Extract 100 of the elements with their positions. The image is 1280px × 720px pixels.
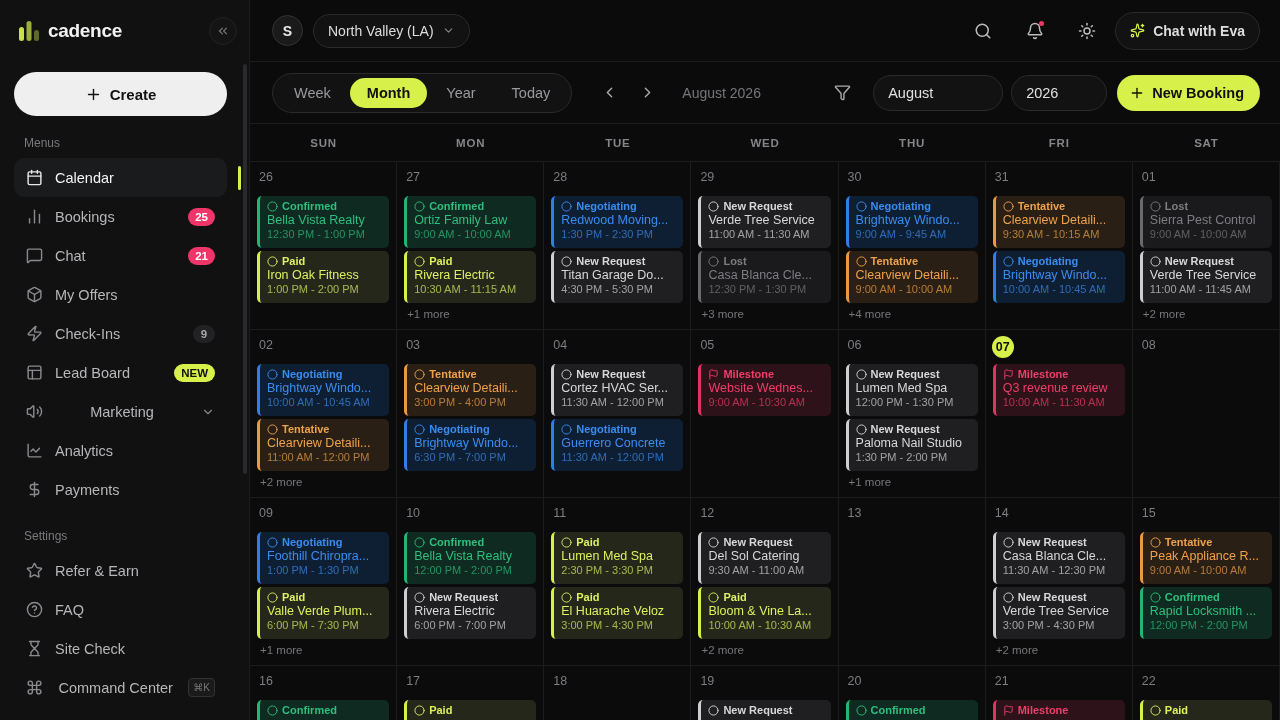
event-card[interactable]: New Request Verde Tree Service 3:00 PM - 4:30 PM [992,587,1125,639]
sidebar-item[interactable]: Command Center ⌘K [14,668,227,707]
day-cell[interactable]: 16 Confirmed [250,666,398,720]
event-card[interactable]: Paid [1139,700,1272,720]
day-cell[interactable]: 03 Tentative Clearview Detaili... 3:00 PM - 4:00 PM Negotiating Brightway Windo... 6:30 PM - 7:00 PM [397,330,545,498]
sidebar-item[interactable]: FAQ [14,590,227,629]
sidebar-item[interactable]: Analytics [14,431,227,470]
day-cell[interactable]: 04 New Request Cortez HVAC Ser... 11:30 AM - 12:00 PM Negotiating Guerrero Concrete 11:30 AM - 12:00 PM [544,330,692,498]
event-card[interactable]: Negotiating Brightway Windo... 6:30 PM - 7:00 PM [404,419,537,471]
event-card[interactable]: Paid Valle Verde Plum... 6:00 PM - 7:30 PM [257,587,390,639]
event-card[interactable]: Milestone Website Wednes... 9:00 AM - 10:30 AM [698,364,831,416]
day-cell[interactable]: 07 Milestone Q3 revenue review 10:00 AM - 11:30 AM [985,330,1133,498]
event-card[interactable]: Negotiating Foothill Chiropra... 1:00 PM - 1:30 PM [257,532,390,584]
event-card[interactable]: New Request Cortez HVAC Ser... 11:30 AM - 12:00 PM [551,364,684,416]
view-tab[interactable]: Year [429,77,493,108]
day-cell[interactable]: 08 [1132,330,1280,498]
event-card[interactable]: Paid Bloom & Vine La... 10:00 AM - 10:30 AM [698,587,831,639]
more-link[interactable]: +1 more [404,308,537,320]
day-cell[interactable]: 29 New Request Verde Tree Service 11:00 AM - 11:30 AM Lost Casa Blanca Cle... 12:30 PM - 1:30 PM +3 more [691,162,839,330]
event-card[interactable]: Tentative Clearview Detaili... 9:00 AM - 10:00 AM [845,251,978,303]
event-card[interactable]: New Request Del Sol Catering 9:30 AM - 11:00 AM [698,532,831,584]
event-card[interactable]: Tentative Peak Appliance R... 9:00 AM - 10:00 AM [1139,532,1272,584]
more-link[interactable]: +1 more [845,476,978,488]
location-dropdown[interactable]: North Valley (LA) [313,13,470,48]
more-link[interactable]: +1 more [257,644,390,656]
avatar[interactable]: S [272,15,303,46]
day-cell[interactable]: 01 Lost Sierra Pest Control 9:00 AM - 10:00 AM New Request Verde Tree Service 11:00 AM - 11:45 AM +2 more [1132,162,1280,330]
view-tab[interactable]: Week [277,77,348,108]
event-card[interactable]: Confirmed Bella Vista Realty 12:30 PM - 1:00 PM [257,196,390,248]
sidebar-item[interactable]: Site Check [14,629,227,668]
event-card[interactable]: Lost Sierra Pest Control 9:00 AM - 10:00 AM [1139,196,1272,248]
day-cell[interactable]: 18 [544,666,692,720]
day-cell[interactable]: 05 Milestone Website Wednes... 9:00 AM - 10:30 AM [691,330,839,498]
day-cell[interactable]: 10 Confirmed Bella Vista Realty 12:00 PM - 2:00 PM New Request Rivera Electric 6:00 PM - 7:00 PM [397,498,545,666]
day-cell[interactable]: 02 Negotiating Brightway Windo... 10:00 AM - 10:45 AM Tentative Clearview Detaili... 11:00 AM - 12:00 PM +2 more [250,330,398,498]
day-cell[interactable]: 21 Milestone [985,666,1133,720]
month-field[interactable]: August [873,74,1004,111]
event-card[interactable]: New Request Rivera Electric 6:00 PM - 7:00 PM [404,587,537,639]
more-link[interactable]: +4 more [845,308,978,320]
event-card[interactable]: Paid El Huarache Veloz 3:00 PM - 4:30 PM [551,587,684,639]
sidebar-item[interactable]: Check-Ins 9 [14,314,227,353]
day-cell[interactable]: 26 Confirmed Bella Vista Realty 12:30 PM - 1:00 PM Paid Iron Oak Fitness 1:00 PM - 2:00 PM [250,162,398,330]
event-card[interactable]: Confirmed [845,700,978,720]
day-cell[interactable]: 11 Paid Lumen Med Spa 2:30 PM - 3:30 PM Paid El Huarache Veloz 3:00 PM - 4:30 PM [544,498,692,666]
event-card[interactable]: New Request Titan Garage Do... 4:30 PM - 5:30 PM [551,251,684,303]
day-cell[interactable]: 30 Negotiating Brightway Windo... 9:00 AM - 9:45 AM Tentative Clearview Detaili... 9:00 AM - 10:00 AM +4 more [838,162,986,330]
event-card[interactable]: Paid Rivera Electric 10:30 AM - 11:15 AM [404,251,537,303]
day-cell[interactable]: 06 New Request Lumen Med Spa 12:00 PM - 1:30 PM New Request Paloma Nail Studio 1:30 PM - 2:00 PM +1 more [838,330,986,498]
event-card[interactable]: Paid [404,700,537,720]
event-card[interactable]: New Request Verde Tree Service 11:00 AM - 11:45 AM [1139,251,1272,303]
year-field[interactable]: 2026 [1011,74,1108,111]
event-card[interactable]: New Request Paloma Nail Studio 1:30 PM - 2:00 PM [845,419,978,471]
more-link[interactable]: +2 more [698,644,831,656]
day-cell[interactable]: 12 New Request Del Sol Catering 9:30 AM - 11:00 AM Paid Bloom & Vine La... 10:00 AM - 10:30 AM +2 more [691,498,839,666]
day-cell[interactable]: 22 Paid [1132,666,1280,720]
event-card[interactable]: Negotiating Brightway Windo... 10:00 AM - 10:45 AM [992,251,1125,303]
event-card[interactable]: Tentative Clearview Detaili... 11:00 AM - 12:00 PM [257,419,390,471]
day-cell[interactable]: 27 Confirmed Ortiz Family Law 9:00 AM - 10:00 AM Paid Rivera Electric 10:30 AM - 11:15 AM +1 more [397,162,545,330]
create-button[interactable]: Create [14,72,227,116]
event-card[interactable]: Tentative Clearview Detaili... 9:30 AM - 10:15 AM [992,196,1125,248]
more-link[interactable]: +3 more [698,308,831,320]
sidebar-item[interactable]: Bookings 25 [14,197,227,236]
event-card[interactable]: Milestone [992,700,1125,720]
event-card[interactable]: New Request [698,700,831,720]
event-card[interactable]: Negotiating Brightway Windo... 10:00 AM - 10:45 AM [257,364,390,416]
day-cell[interactable]: 20 Confirmed [838,666,986,720]
chat-button[interactable]: Chat with Eva [1115,11,1260,50]
event-card[interactable]: Negotiating Guerrero Concrete 11:30 AM - 12:00 PM [551,419,684,471]
event-card[interactable]: Negotiating Redwood Moving... 1:30 PM - 2:30 PM [551,196,684,248]
view-tab[interactable]: Today [494,77,568,108]
event-card[interactable]: Tentative Clearview Detaili... 3:00 PM - 4:00 PM [404,364,537,416]
day-cell[interactable]: 31 Tentative Clearview Detaili... 9:30 AM - 10:15 AM Negotiating Brightway Windo... 10:00 AM - 10:45 AM [985,162,1133,330]
event-card[interactable]: Confirmed Ortiz Family Law 9:00 AM - 10:00 AM [404,196,537,248]
sidebar-item[interactable]: Chat 21 [14,236,227,275]
sidebar-item[interactable]: Marketing [14,392,227,431]
day-cell[interactable]: 15 Tentative Peak Appliance R... 9:00 AM - 10:00 AM Confirmed Rapid Locksmith ... 12:00 PM - 2:00 PM [1132,498,1280,666]
view-tab[interactable]: Month [349,77,428,108]
event-card[interactable]: New Request Verde Tree Service 11:00 AM - 11:30 AM [698,196,831,248]
event-card[interactable]: Confirmed Rapid Locksmith ... 12:00 PM - 2:00 PM [1139,587,1272,639]
event-card[interactable]: Confirmed [257,700,390,720]
day-cell[interactable]: 13 [838,498,986,666]
day-cell[interactable]: 14 New Request Casa Blanca Cle... 11:30 AM - 12:30 PM New Request Verde Tree Service 3:00 PM - 4:30 PM +2 more [985,498,1133,666]
day-cell[interactable]: 09 Negotiating Foothill Chiropra... 1:00 PM - 1:30 PM Paid Valle Verde Plum... 6:00 PM - 7:30 PM +1 more [250,498,398,666]
day-cell[interactable]: 28 Negotiating Redwood Moving... 1:30 PM - 2:30 PM New Request Titan Garage Do... 4:30 PM - 5:30 PM [544,162,692,330]
event-card[interactable]: Confirmed Bella Vista Realty 12:00 PM - 2:00 PM [404,532,537,584]
event-card[interactable]: Lost Casa Blanca Cle... 12:30 PM - 1:30 PM [698,251,831,303]
new-booking-button[interactable]: New Booking [1117,74,1260,111]
sidebar-item[interactable]: Refer & Earn [14,551,227,590]
more-link[interactable]: +2 more [992,644,1125,656]
event-card[interactable]: Paid Iron Oak Fitness 1:00 PM - 2:00 PM [257,251,390,303]
more-link[interactable]: +2 more [1139,308,1272,320]
day-cell[interactable]: 19 New Request [691,666,839,720]
event-card[interactable]: New Request Lumen Med Spa 12:00 PM - 1:30 PM [845,364,978,416]
sidebar-item[interactable]: My Offers [14,275,227,314]
sidebar-item[interactable]: Payments [14,470,227,509]
collapse-button[interactable] [209,17,237,45]
event-card[interactable]: New Request Casa Blanca Cle... 11:30 AM - 12:30 PM [992,532,1125,584]
day-cell[interactable]: 17 Paid [397,666,545,720]
event-card[interactable]: Milestone Q3 revenue review 10:00 AM - 11:30 AM [992,364,1125,416]
sidebar-item[interactable]: Lead Board NEW [14,353,227,392]
